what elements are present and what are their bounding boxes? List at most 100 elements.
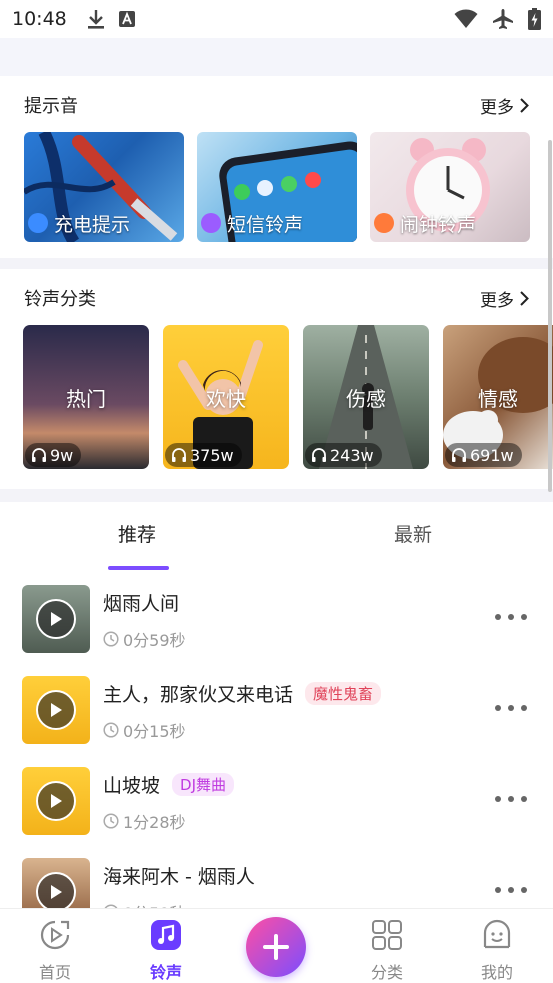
scrollbar[interactable] (548, 140, 552, 492)
status-bar: 10:48 (0, 0, 553, 38)
category-label: 热门 (66, 387, 106, 411)
nav-label: 我的 (480, 963, 513, 982)
song-row[interactable]: 山坡坡 DJ舞曲 1分28秒 (0, 752, 553, 843)
song-duration: 0分59秒 (103, 900, 186, 908)
tab-recommended[interactable]: 推荐 (118, 520, 156, 547)
category-label: 情感 (478, 387, 518, 411)
tip-sound-header: 提示音 更多 (24, 92, 529, 118)
song-list: 烟雨人间 0分59秒 主人，那家伙又来电话 魔性鬼畜 0分15秒 山坡坡 DJ舞曲 (0, 570, 553, 908)
category-count: 375w (165, 443, 242, 467)
song-thumbnail (22, 858, 90, 908)
category-card-happy[interactable]: 欢快 375w (163, 325, 289, 469)
play-button[interactable] (36, 690, 76, 730)
category-header: 铃声分类 更多 (24, 285, 529, 311)
play-icon (51, 794, 62, 808)
song-duration: 1分28秒 (103, 809, 186, 833)
category-count-value: 9w (50, 445, 74, 465)
profile-face-icon (483, 919, 511, 949)
clock-icon (103, 631, 119, 647)
song-row[interactable]: 主人，那家伙又来电话 魔性鬼畜 0分15秒 (0, 661, 553, 752)
chevron-right-icon (520, 290, 529, 306)
home-play-icon (40, 920, 70, 950)
tip-sound-section: 提示音 更多 充电提示 短信铃声 闹钟铃声 (0, 76, 553, 258)
song-row[interactable]: 海来阿木 - 烟雨人 0分59秒 (0, 843, 553, 908)
tip-card-alarm[interactable]: 闹钟铃声 (370, 132, 530, 242)
wifi-icon (454, 9, 478, 28)
song-title: 山坡坡 DJ舞曲 (103, 771, 234, 798)
charge-badge-icon (28, 213, 48, 233)
status-right-icons (454, 8, 541, 30)
status-left-icons (87, 9, 135, 29)
category-count: 691w (445, 443, 522, 467)
more-options-icon[interactable] (495, 796, 527, 804)
download-icon (87, 10, 104, 29)
play-button[interactable] (36, 872, 76, 908)
play-button[interactable] (36, 599, 76, 639)
play-icon (51, 885, 62, 899)
song-duration: 0分15秒 (103, 718, 186, 742)
add-button[interactable] (246, 917, 306, 977)
category-label: 欢快 (206, 387, 246, 411)
song-title: 主人，那家伙又来电话 魔性鬼畜 (103, 680, 382, 707)
music-note-icon (151, 920, 181, 950)
category-count-value: 243w (330, 445, 374, 465)
more-label: 更多 (480, 290, 514, 311)
nav-home[interactable]: 首页 (25, 919, 85, 983)
bottom-nav: 首页 铃声 分类 我的 (0, 908, 553, 983)
more-options-icon[interactable] (495, 614, 527, 622)
chevron-right-icon (520, 97, 529, 113)
status-time: 10:48 (12, 8, 67, 30)
tip-card-label: 短信铃声 (227, 214, 304, 236)
tip-card-charging[interactable]: 充电提示 (24, 132, 184, 242)
category-count: 9w (25, 443, 82, 467)
category-count-value: 375w (190, 445, 234, 465)
song-tag: 魔性鬼畜 (305, 682, 382, 705)
tip-more-link[interactable]: 更多 (480, 93, 529, 118)
song-title: 海来阿木 - 烟雨人 (103, 866, 255, 888)
song-tag: DJ舞曲 (172, 773, 234, 796)
song-duration: 0分59秒 (103, 627, 186, 651)
list-tabs: 推荐 最新 (0, 502, 553, 570)
section-title: 铃声分类 (24, 289, 96, 310)
song-row[interactable]: 烟雨人间 0分59秒 (0, 570, 553, 661)
song-thumbnail (22, 767, 90, 835)
nav-ringtone[interactable]: 铃声 (136, 919, 196, 983)
more-options-icon[interactable] (495, 705, 527, 713)
sms-badge-icon (201, 213, 221, 233)
battery-charging-icon (528, 8, 541, 30)
headphones-icon (32, 448, 46, 462)
nav-label: 铃声 (149, 963, 182, 982)
more-options-icon[interactable] (495, 887, 527, 895)
clock-icon (103, 813, 119, 829)
song-thumbnail (22, 676, 90, 744)
tip-card-label: 充电提示 (54, 214, 131, 236)
tab-latest[interactable]: 最新 (394, 520, 432, 547)
nav-category[interactable]: 分类 (357, 919, 417, 983)
clock-icon (103, 722, 119, 738)
category-card-emotion[interactable]: 情感 691w (443, 325, 553, 469)
play-icon (51, 612, 62, 626)
headphones-icon (452, 448, 466, 462)
nav-profile[interactable]: 我的 (467, 919, 527, 983)
tip-card-sms[interactable]: 短信铃声 (197, 132, 357, 242)
category-card-sad[interactable]: 伤感 243w (303, 325, 429, 469)
plus-icon (263, 934, 289, 960)
section-title: 提示音 (24, 96, 78, 117)
top-banner-area (0, 38, 553, 76)
headphones-icon (312, 448, 326, 462)
a-keyboard-icon (118, 11, 135, 27)
category-card-hot[interactable]: 热门 9w (23, 325, 149, 469)
ringtone-category-section: 铃声分类 更多 热门 9w 欢快 375w 伤感 243w 情感 691w (0, 269, 553, 489)
airplane-icon (493, 9, 513, 29)
grid-icon (372, 920, 402, 950)
category-count: 243w (305, 443, 382, 467)
category-count-value: 691w (470, 445, 514, 465)
play-icon (51, 703, 62, 717)
tip-card-label: 闹钟铃声 (400, 214, 477, 236)
alarm-badge-icon (374, 213, 394, 233)
play-button[interactable] (36, 781, 76, 821)
category-label: 伤感 (346, 387, 386, 411)
nav-label: 分类 (370, 963, 403, 982)
more-label: 更多 (480, 97, 514, 118)
category-more-link[interactable]: 更多 (480, 286, 529, 311)
